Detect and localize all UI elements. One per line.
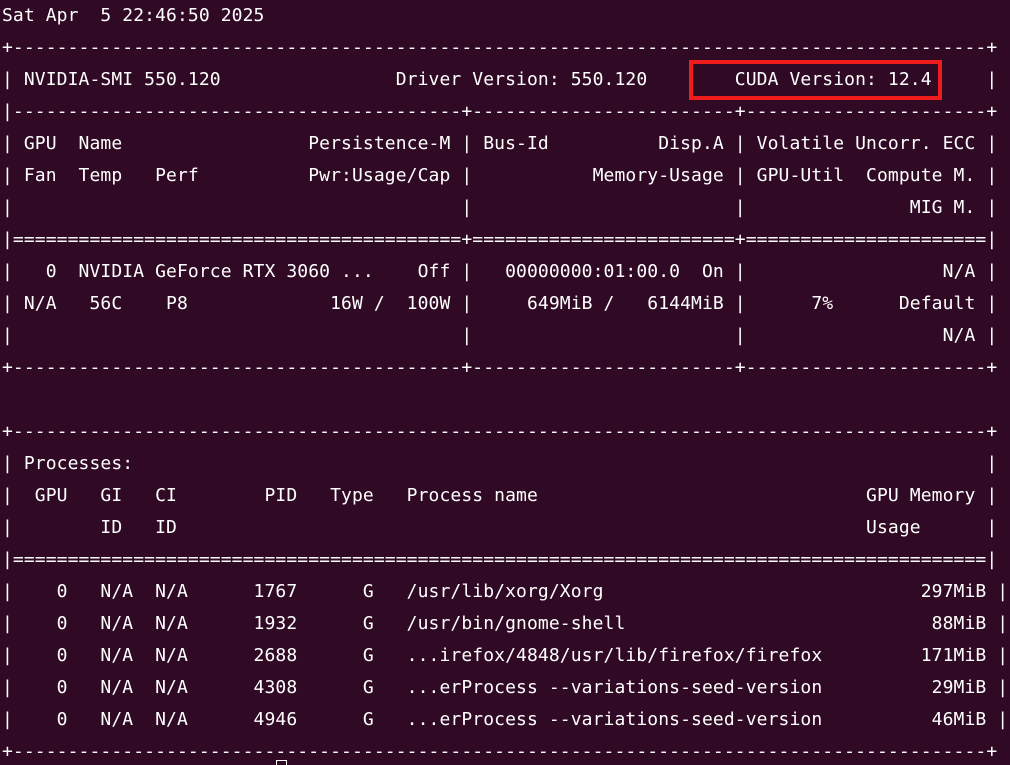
processes-separator: |=======================================… <box>2 549 998 570</box>
header-separator: |=======================================… <box>2 229 998 250</box>
gpu-header-line-1: | GPU Name Persistence-M | Bus-Id Disp.A… <box>2 133 998 154</box>
terminal-window[interactable]: Sat Apr 5 22:46:50 2025 +---------------… <box>0 0 1010 765</box>
processes-title-line: | Processes: | <box>2 453 998 474</box>
process-row: | 0 N/A N/A 2688 G ...irefox/4848/usr/li… <box>2 645 1009 666</box>
table-border-bottom: +---------------------------------------… <box>2 357 998 378</box>
processes-header-2: | ID ID Usage | <box>2 517 998 538</box>
gpu-row-line-3: | | | N/A | <box>2 325 998 346</box>
processes-border-top: +---------------------------------------… <box>2 421 998 442</box>
table-divider: |---------------------------------------… <box>2 101 998 122</box>
terminal-cursor <box>276 760 287 765</box>
process-row: | 0 N/A N/A 4308 G ...erProcess --variat… <box>2 677 1009 698</box>
process-row: | 0 N/A N/A 1932 G /usr/bin/gnome-shell … <box>2 613 1009 634</box>
processes-border-bottom: +---------------------------------------… <box>2 741 998 762</box>
processes-header-1: | GPU GI CI PID Type Process name GPU Me… <box>2 485 998 506</box>
process-row: | 0 N/A N/A 1767 G /usr/lib/xorg/Xorg 29… <box>2 581 1009 602</box>
timestamp-line: Sat Apr 5 22:46:50 2025 <box>2 5 265 26</box>
gpu-header-line-2: | Fan Temp Perf Pwr:Usage/Cap | Memory-U… <box>2 165 998 186</box>
gpu-header-line-3: | | | MIG M. | <box>2 197 998 218</box>
gpu-row-line-2: | N/A 56C P8 16W / 100W | 649MiB / 6144M… <box>2 293 998 314</box>
process-row: | 0 N/A N/A 4946 G ...erProcess --variat… <box>2 709 1009 730</box>
gpu-row-line-1: | 0 NVIDIA GeForce RTX 3060 ... Off | 00… <box>2 261 998 282</box>
cuda-version-highlight <box>689 60 942 100</box>
